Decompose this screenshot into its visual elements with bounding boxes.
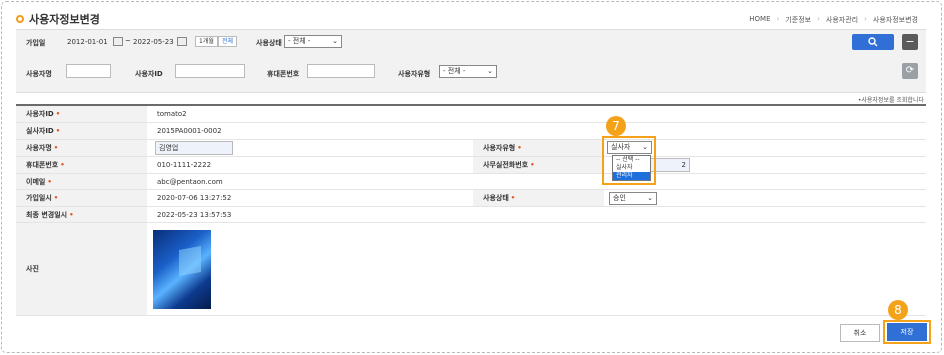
chevron-down-icon: ⌄ bbox=[332, 37, 338, 45]
chevron-down-icon: ⌄ bbox=[487, 67, 493, 75]
table-row: 실사자ID • 2015PA0001-0002 bbox=[16, 123, 926, 140]
row-label: 사무실전화번호 • bbox=[473, 157, 604, 173]
office-phone-field[interactable]: 2 bbox=[650, 158, 690, 172]
row-label: 휴대폰번호 • bbox=[16, 157, 147, 173]
row-label: 사용상태 • bbox=[473, 190, 604, 206]
option-inspector[interactable]: 실사자 bbox=[613, 164, 650, 172]
one-month-button[interactable]: 1개월 bbox=[195, 36, 218, 47]
refresh-button[interactable]: ⟳ bbox=[902, 63, 918, 79]
minus-icon: − bbox=[905, 35, 915, 48]
table-row: 사용자명 • 김영업 사용자유형 • bbox=[16, 140, 926, 157]
phone-filter-label: 휴대폰번호 bbox=[267, 70, 300, 78]
phone-filter-input[interactable] bbox=[307, 64, 375, 78]
collapse-button[interactable]: − bbox=[902, 34, 918, 50]
table-row: 이메일 • abc@pentaon.com bbox=[16, 174, 926, 190]
join-date-label: 가입일 bbox=[26, 39, 46, 47]
name-filter-input[interactable] bbox=[66, 64, 111, 78]
option-admin[interactable]: 관리자 bbox=[613, 172, 650, 180]
cancel-button[interactable]: 취소 bbox=[840, 324, 880, 342]
modified-value: 2022-05-23 13:57:53 bbox=[157, 210, 232, 219]
user-status-select[interactable]: 승인 ⌄ bbox=[609, 192, 657, 205]
calendar-icon[interactable] bbox=[177, 37, 187, 46]
chevron-right-icon: › bbox=[864, 15, 867, 23]
chevron-right-icon: › bbox=[817, 15, 820, 23]
info-note: •사용자정보를 조회합니다 bbox=[857, 97, 924, 104]
title-bullet-icon bbox=[16, 15, 24, 23]
type-filter-label: 사용자유형 bbox=[398, 70, 431, 78]
table-row: 최종 변경일시 • 2022-05-23 13:57:53 bbox=[16, 207, 926, 223]
row-label: 사용자유형 • bbox=[473, 140, 604, 156]
row-label: 최종 변경일시 • bbox=[16, 207, 147, 222]
option-select[interactable]: -- 선택 -- bbox=[613, 156, 650, 164]
user-name-field[interactable]: 김영업 bbox=[155, 141, 233, 155]
status-filter-select[interactable]: - 전체 - ⌄ bbox=[284, 35, 342, 48]
chevron-down-icon: ⌄ bbox=[642, 143, 648, 151]
step-badge-7: 7 bbox=[606, 116, 626, 136]
id-filter-label: 사용자ID bbox=[135, 70, 163, 78]
joined-value: 2020-07-06 13:27:52 bbox=[157, 194, 232, 202]
breadcrumb-item[interactable]: 기준정보 bbox=[785, 15, 811, 25]
type-filter-select[interactable]: - 전체 - ⌄ bbox=[439, 65, 497, 78]
date-separator: ~ bbox=[125, 37, 131, 45]
save-button[interactable]: 저장 bbox=[887, 323, 927, 341]
chevron-right-icon: › bbox=[776, 15, 780, 23]
real-id-value: 2015PA0001-0002 bbox=[157, 127, 222, 135]
user-type-select[interactable]: 실사자 ⌄ bbox=[607, 141, 652, 154]
breadcrumb: HOME › 기준정보 › 사용자관리 › 사용자정보변경 bbox=[749, 15, 918, 25]
refresh-icon: ⟳ bbox=[905, 65, 915, 76]
chevron-down-icon: ⌄ bbox=[647, 194, 653, 202]
row-label: 사용자명 • bbox=[16, 140, 147, 156]
page-title: 사용자정보변경 bbox=[16, 11, 100, 27]
calendar-icon[interactable] bbox=[113, 37, 123, 46]
user-type-options: -- 선택 -- 실사자 관리자 bbox=[612, 155, 651, 181]
email-value: abc@pentaon.com bbox=[157, 177, 223, 186]
date-to-input[interactable]: 2022-05-23 bbox=[133, 38, 174, 46]
breadcrumb-item[interactable]: HOME bbox=[749, 15, 770, 25]
search-icon bbox=[868, 37, 878, 47]
all-period-button[interactable]: 전체 bbox=[218, 36, 238, 47]
breadcrumb-item[interactable]: 사용자관리 bbox=[826, 15, 858, 25]
row-label: 실사자ID • bbox=[16, 123, 147, 139]
step-badge-8: 8 bbox=[888, 300, 908, 320]
user-id-value: tomato2 bbox=[157, 110, 187, 118]
phone-value: 010-1111-2222 bbox=[157, 161, 212, 169]
breadcrumb-item: 사용자정보변경 bbox=[872, 16, 918, 24]
table-row: 사용자ID • tomato2 bbox=[16, 106, 926, 123]
table-row: 가입일시 • 2020-07-06 13:27:52 사용상태 • 승인 ⌄ bbox=[16, 190, 926, 207]
row-label: 가입일시 • bbox=[16, 190, 147, 206]
name-filter-label: 사용자명 bbox=[26, 70, 52, 78]
row-label: 이메일 • bbox=[16, 174, 147, 189]
user-photo bbox=[153, 230, 211, 309]
date-from-input[interactable]: 2012-01-01 bbox=[67, 38, 108, 46]
table-row: 휴대폰번호 • 010-1111-2222 사무실전화번호 • 2 bbox=[16, 157, 926, 174]
row-label: 사용자ID • bbox=[16, 106, 147, 122]
id-filter-input[interactable] bbox=[175, 64, 245, 78]
status-filter-label: 사용상태 bbox=[256, 39, 282, 47]
row-label: 사진 bbox=[16, 223, 147, 315]
search-button[interactable] bbox=[852, 34, 894, 50]
